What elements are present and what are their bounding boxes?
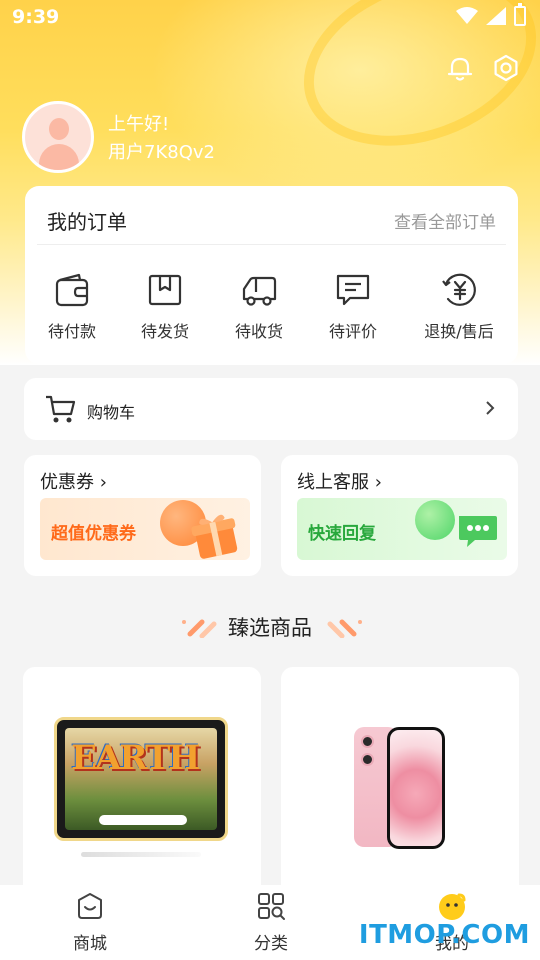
truck-icon	[242, 276, 277, 306]
tablet-screen: EARTH	[65, 728, 217, 830]
cart-label: 购物车	[87, 403, 136, 422]
order-item-pending-receipt[interactable]: 待收货	[214, 272, 304, 342]
section-decoration-right	[327, 619, 362, 638]
phone-screen	[390, 730, 442, 846]
divider	[37, 244, 506, 245]
nav-shop[interactable]: 商城	[30, 891, 150, 954]
gift-box-icon	[191, 514, 238, 559]
stylus-pencil	[81, 852, 201, 857]
phone-front	[387, 727, 445, 849]
coupon-card[interactable]: 优惠券 › 超值优惠券	[24, 455, 261, 576]
product-card-tablet[interactable]: EARTH	[23, 667, 261, 907]
coupon-title: 优惠券 ›	[40, 468, 107, 494]
profile-face-icon	[439, 893, 466, 920]
camera-lens	[361, 753, 374, 766]
avatar[interactable]	[22, 101, 94, 173]
product-image-tablet: EARTH	[54, 717, 228, 841]
chevron-right-icon: ›	[369, 472, 382, 493]
nav-category[interactable]: 分类	[211, 891, 331, 954]
cart-row[interactable]: 购物车	[24, 378, 518, 440]
nav-label: 分类	[254, 934, 288, 954]
status-icons	[456, 3, 526, 26]
chevron-right-icon	[486, 401, 495, 415]
order-item-label: 退换/售后	[424, 322, 494, 341]
order-item-label: 待发货	[140, 322, 189, 341]
signal-icon	[486, 7, 506, 25]
status-bar: 9:39	[0, 0, 540, 36]
decor-orb	[415, 500, 455, 540]
service-title-text: 线上客服	[297, 472, 369, 493]
order-item-label: 待评价	[328, 322, 377, 341]
wallet-icon	[55, 273, 89, 307]
avatar-body	[39, 144, 79, 170]
service-card[interactable]: 线上客服 › 快速回复	[281, 455, 518, 576]
order-item-pending-review[interactable]: 待评价	[308, 272, 398, 342]
notification-bell-icon[interactable]	[446, 54, 474, 82]
service-banner-text: 快速回复	[308, 524, 376, 544]
camera-lens	[361, 735, 374, 748]
order-item-refund-aftersales[interactable]: 退换/售后	[414, 272, 504, 342]
settings-gear-icon[interactable]	[492, 54, 520, 82]
cart-icon	[46, 395, 76, 423]
package-icon	[148, 274, 182, 306]
coupon-banner[interactable]: 超值优惠券	[40, 498, 250, 560]
coupon-banner-text: 超值优惠券	[51, 524, 136, 544]
greeting-text: 上午好!	[108, 114, 170, 135]
service-banner[interactable]: 快速回复	[297, 498, 507, 560]
service-title: 线上客服 ›	[297, 468, 382, 494]
category-grid-icon	[258, 893, 285, 920]
comment-icon	[336, 274, 370, 306]
status-time: 9:39	[12, 6, 60, 28]
tablet-artwork: EARTH	[71, 738, 200, 778]
section-title: 臻选商品	[228, 616, 312, 640]
refund-icon	[442, 273, 476, 306]
coupon-title-text: 优惠券	[40, 472, 94, 493]
avatar-head	[49, 118, 69, 140]
chevron-right-icon: ›	[94, 472, 107, 493]
order-item-label: 待付款	[47, 322, 96, 341]
username-text[interactable]: 用户7K8Qv2	[108, 138, 215, 164]
order-item-pending-payment[interactable]: 待付款	[27, 272, 117, 342]
watermark: ITMOP.COM	[358, 920, 530, 950]
battery-icon	[514, 3, 526, 26]
top-actions	[446, 54, 520, 82]
order-item-pending-shipment[interactable]: 待发货	[120, 272, 210, 342]
chat-bubble-icon	[459, 516, 497, 547]
order-item-label: 待收货	[234, 322, 283, 341]
nav-label: 商城	[73, 934, 107, 954]
orders-title: 我的订单	[47, 210, 127, 234]
shop-bag-icon	[78, 893, 102, 919]
orders-card: 我的订单 查看全部订单 待付款 待发货 待收货 待评价 退换/售后	[25, 186, 518, 364]
wifi-icon	[456, 7, 478, 24]
tablet-toolbar	[99, 815, 187, 825]
product-card-phone[interactable]	[281, 667, 519, 907]
view-all-orders-link[interactable]: 查看全部订单	[394, 208, 496, 233]
